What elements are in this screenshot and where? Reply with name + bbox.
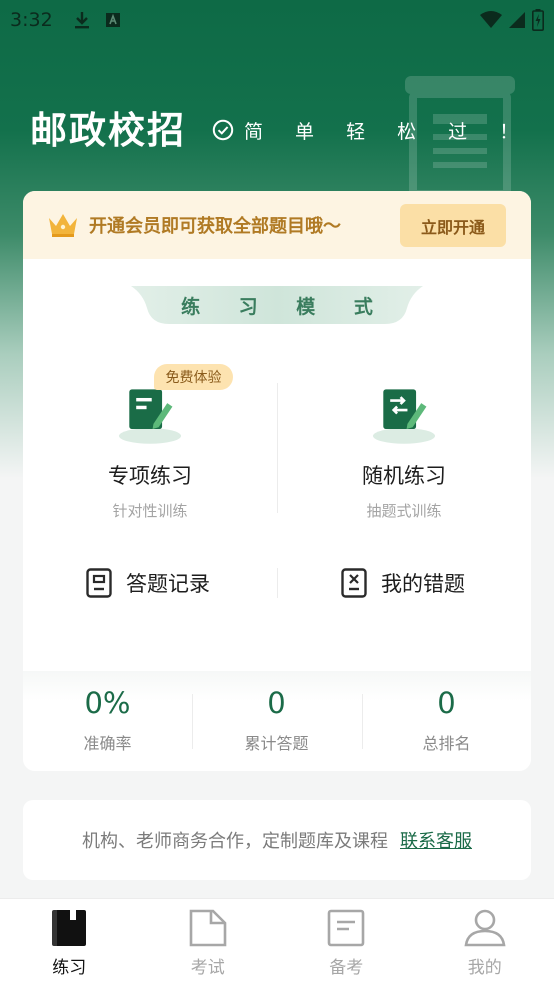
download-icon (74, 12, 89, 29)
slogan: 简 单 轻 松 过 ！ (212, 117, 531, 144)
wrong-questions-button[interactable]: 我的错题 (341, 563, 465, 603)
mode-subtitle: 抽题式训练 (366, 502, 442, 520)
special-practice-button[interactable]: 专项练习 针对性训练 (23, 361, 277, 521)
notes-icon (327, 909, 365, 947)
tab-label: 练习 (52, 958, 87, 978)
contact-text: 机构、老师商务合作，定制题库及课程 (82, 831, 388, 852)
free-trial-badge: 免费体验 (154, 364, 233, 390)
section-title: 练 习 模 式 (181, 295, 389, 318)
stat-value: 0 (267, 686, 286, 720)
tab-practice[interactable]: 练习 (0, 899, 139, 984)
answer-records-label: 答题记录 (126, 572, 210, 596)
record-icon (86, 568, 112, 598)
stat-total-answered: 0 累计答题 (192, 686, 361, 754)
tab-mine[interactable]: 我的 (416, 899, 554, 984)
contact-service-link[interactable]: 联系客服 (400, 827, 472, 853)
open-membership-button[interactable]: 立即开通 (400, 204, 506, 247)
mode-name: 随机练习 (362, 464, 446, 488)
document-icon (189, 909, 227, 947)
stat-label: 累计答题 (244, 734, 309, 753)
bottom-tab-bar: 练习 考试 备考 我的 (0, 898, 554, 984)
stat-accuracy: 0% 准确率 (23, 686, 192, 754)
brand-header: 邮政校招 简 单 轻 松 过 ！ (30, 100, 531, 154)
mode-name: 专项练习 (108, 464, 192, 488)
check-circle-icon (212, 119, 234, 141)
stat-value: 0% (84, 686, 131, 720)
tab-label: 我的 (467, 958, 502, 978)
book-icon (52, 910, 87, 946)
tab-exam[interactable]: 考试 (139, 899, 278, 984)
tab-label: 考试 (190, 958, 225, 978)
answer-records-button[interactable]: 答题记录 (86, 563, 210, 603)
vip-banner[interactable]: 开通会员即可获取全部题目哦～ 立即开通 (23, 191, 531, 259)
stat-value: 0 (437, 686, 456, 720)
tab-prepare[interactable]: 备考 (277, 899, 416, 984)
stat-label: 总排名 (422, 734, 471, 753)
random-practice-button[interactable]: 随机练习 抽题式训练 (277, 361, 531, 521)
shuffle-notebook-icon (372, 389, 436, 444)
practice-mode-header: 练 习 模 式 (131, 284, 423, 326)
page-title: 邮政校招 (30, 109, 186, 152)
wrong-questions-icon (341, 568, 367, 598)
practice-card: 开通会员即可获取全部题目哦～ 立即开通 练 习 模 式 专项练习 针对性训练 免… (23, 191, 531, 771)
slogan-text: 简 单 轻 松 过 ！ (244, 120, 532, 143)
tab-label: 备考 (329, 958, 364, 978)
signal-icon (509, 12, 525, 28)
crown-icon (49, 214, 77, 237)
vip-text: 开通会员即可获取全部题目哦～ (89, 216, 341, 237)
app-notification-icon (105, 13, 120, 27)
status-bar: 3:32 (0, 0, 554, 40)
mode-subtitle: 针对性训练 (112, 502, 188, 520)
stat-label: 准确率 (83, 734, 132, 753)
contact-card: 机构、老师商务合作，定制题库及课程 联系客服 (23, 800, 531, 880)
battery-icon (532, 9, 544, 31)
wifi-icon (480, 11, 502, 28)
divider (277, 568, 278, 598)
wrong-questions-label: 我的错题 (381, 572, 465, 596)
person-icon (464, 909, 506, 947)
status-time: 3:32 (10, 9, 53, 31)
stat-ranking: 0 总排名 (362, 686, 531, 754)
